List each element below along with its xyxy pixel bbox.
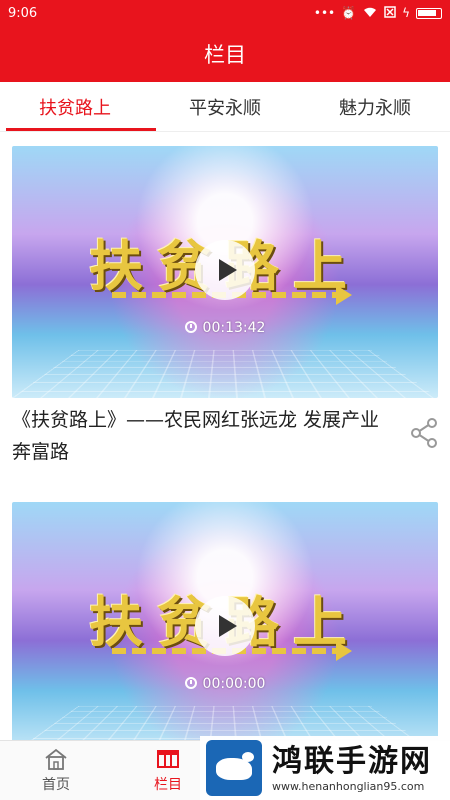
video-duration: 00:13:42: [12, 320, 438, 336]
wifi-icon: [362, 6, 378, 21]
watermark-url: www.henanhonglian95.com: [272, 779, 425, 793]
video-thumbnail[interactable]: 扶贫路上 00:13:42: [12, 146, 438, 398]
thumbnail-arrow: [336, 285, 352, 305]
status-icons: ••• ⏰ ϟ: [313, 5, 442, 21]
clock-icon: [184, 677, 197, 689]
category-tabs: 扶贫路上 平安永顺 魅力永顺: [0, 82, 450, 132]
watermark-text: 鸿联手游网 www.henanhonglian95.com: [272, 744, 432, 793]
video-duration: 00:00:00: [12, 676, 438, 692]
nav-label: 首页: [42, 776, 70, 793]
tab-fupin-lushang[interactable]: 扶贫路上: [0, 82, 156, 131]
page-title: 栏目: [204, 43, 246, 67]
watermark-title: 鸿联手游网: [272, 743, 432, 779]
share-icon[interactable]: [410, 418, 438, 448]
video-card[interactable]: 扶贫路上 00:00:00: [12, 502, 438, 740]
app-header: 栏目: [0, 26, 450, 82]
status-time: 9:06: [8, 5, 38, 21]
tab-meili-yongshun[interactable]: 魅力永顺: [300, 82, 450, 131]
video-title[interactable]: 《扶贫路上》——农民网红张远龙 发展产业奔富路: [12, 404, 392, 468]
tab-pingan-yongshun[interactable]: 平安永顺: [150, 82, 300, 131]
columns-icon: [157, 749, 179, 768]
watermark-overlay: 鸿联手游网 www.henanhonglian95.com: [200, 736, 450, 800]
video-feed[interactable]: 扶贫路上 00:13:42 《扶贫路上》——农民网红张远龙 发展产业奔富路 扶贫…: [0, 132, 450, 740]
thumbnail-arrow: [336, 641, 352, 661]
clock-icon: [184, 321, 197, 333]
tab-label: 扶贫路上: [39, 97, 111, 119]
play-icon: [218, 259, 237, 281]
status-bar: 9:06 ••• ⏰ ϟ: [0, 0, 450, 26]
tab-label: 平安永顺: [189, 97, 261, 119]
duration-text: 00:00:00: [202, 676, 266, 692]
duration-text: 00:13:42: [202, 320, 266, 336]
nav-home[interactable]: 首页: [0, 741, 112, 800]
battery-icon: [416, 7, 442, 19]
play-button[interactable]: [195, 596, 255, 656]
sim-off-icon: [384, 5, 396, 21]
alarm-icon: ⏰: [341, 6, 357, 20]
more-dots-icon: •••: [313, 6, 336, 20]
video-thumbnail[interactable]: 扶贫路上 00:00:00: [12, 502, 438, 740]
play-icon: [218, 615, 237, 637]
nav-label: 栏目: [154, 776, 182, 793]
tab-label: 魅力永顺: [339, 97, 411, 119]
watermark-logo: [206, 740, 262, 796]
video-card[interactable]: 扶贫路上 00:13:42 《扶贫路上》——农民网红张远龙 发展产业奔富路: [12, 146, 438, 463]
home-icon: [45, 748, 67, 770]
charging-icon: ϟ: [402, 6, 410, 20]
play-button[interactable]: [195, 240, 255, 300]
